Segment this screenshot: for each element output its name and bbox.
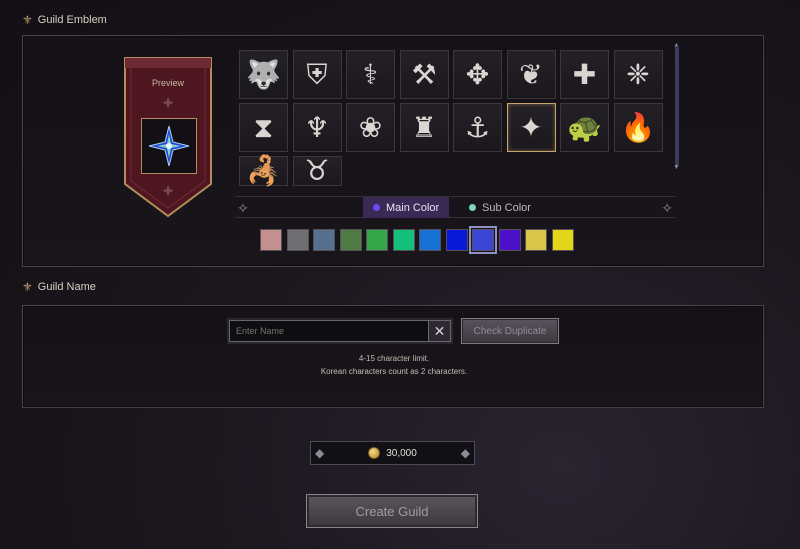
- scorpion-icon: 🦂: [246, 154, 281, 187]
- color-swatch[interactable]: [498, 229, 521, 251]
- caduceus-icon: ⚕: [362, 57, 379, 91]
- shield-icon: ⛨: [306, 57, 328, 91]
- color-swatch[interactable]: [445, 229, 468, 251]
- emblem-tile[interactable]: ❀: [346, 103, 395, 152]
- korean-char-hint: Korean characters count as 2 characters.: [320, 367, 468, 376]
- cross-icon: ✚: [572, 57, 597, 91]
- tab-sub-color-label: Sub Color: [482, 201, 531, 214]
- color-swatch[interactable]: [469, 226, 497, 254]
- emblem-tile[interactable]: ❦: [506, 50, 556, 99]
- color-swatch[interactable]: [313, 229, 335, 251]
- color-swatch[interactable]: [392, 229, 415, 251]
- guild-name-title: Guild Name: [37, 281, 96, 293]
- emblem-tile[interactable]: ♜: [399, 103, 449, 152]
- tab-main-color[interactable]: Main Color: [363, 197, 450, 218]
- create-guild-button[interactable]: Create Guild: [306, 494, 478, 528]
- check-duplicate-button[interactable]: Check Duplicate: [461, 318, 559, 344]
- emblem-tile[interactable]: ⛨: [292, 50, 342, 99]
- name-panel: ✕ Check Duplicate 4-15 character limit. …: [22, 305, 764, 408]
- color-swatch[interactable]: [286, 229, 309, 251]
- cost-amount: 30,000: [386, 447, 417, 459]
- color-swatch[interactable]: [551, 229, 574, 251]
- star-flower-icon: [148, 125, 190, 167]
- book-flame-icon: 🔥: [620, 110, 656, 144]
- emblem-preview-banner: Preview ✚ ✚: [123, 56, 213, 218]
- fleur-icon: ⚜: [22, 280, 33, 294]
- emblem-tile[interactable]: ✦: [506, 103, 556, 152]
- helmet-icon: ♜: [411, 110, 437, 144]
- guild-emblem-heading: ⚜ Guild Emblem: [22, 13, 107, 27]
- emblem-tile[interactable]: ♉: [292, 154, 342, 187]
- emblem-tile[interactable]: ⧗: [239, 103, 288, 152]
- hourglass-icon: ⧗: [253, 110, 274, 144]
- sub-color-dot-icon: [469, 204, 476, 211]
- maple-leaf-icon: ❦: [519, 57, 543, 91]
- hammer-sword-icon: ⚒: [411, 57, 437, 91]
- preview-label: Preview: [151, 78, 184, 88]
- emblem-tile[interactable]: 🐢: [560, 103, 609, 152]
- diamond-ornament-icon: ✧: [661, 200, 673, 216]
- guild-cost: ◆ 30,000 ◆: [310, 441, 475, 465]
- diamond-ornament-icon: ◆: [315, 446, 325, 460]
- banner-ornament-icon: ✚: [162, 96, 174, 110]
- color-swatch[interactable]: [339, 229, 362, 251]
- main-color-dot-icon: [373, 204, 380, 211]
- gold-coin-icon: [368, 447, 381, 459]
- wings-icon: ❈: [626, 57, 650, 91]
- emblem-tile[interactable]: ⚓: [453, 103, 502, 152]
- color-tab-bar: ✧ ✧: [235, 196, 675, 218]
- emblem-tile[interactable]: 🔥: [613, 103, 663, 152]
- tab-main-color-label: Main Color: [386, 201, 440, 214]
- emblem-panel: Preview ✚ ✚ 🐺⛨⚕⚒✥❦✚❈⧗♆❀♜⚓✦🐢🔥🦂♉ ▲ ▼ ✧ ✧ M…: [22, 35, 764, 267]
- star-flower-icon: ✦: [519, 110, 543, 144]
- color-swatch[interactable]: [525, 229, 547, 251]
- lyre-icon: ♆: [304, 110, 330, 144]
- diamond-ornament-icon: ✧: [237, 200, 249, 216]
- emblem-tile[interactable]: ❈: [613, 50, 663, 99]
- emblem-tile[interactable]: 🐺: [239, 50, 288, 99]
- blades-icon: ✥: [465, 57, 490, 91]
- emblem-tile[interactable]: ⚒: [399, 50, 449, 99]
- tab-sub-color[interactable]: Sub Color: [459, 197, 541, 218]
- emblem-tile[interactable]: ♆: [292, 103, 342, 152]
- emblem-tile[interactable]: ⚕: [346, 50, 395, 99]
- color-swatch[interactable]: [260, 229, 282, 251]
- fleur-icon: ⚜: [22, 13, 33, 27]
- guild-emblem-title: Guild Emblem: [37, 14, 107, 26]
- preview-emblem: [141, 118, 197, 174]
- turtle-icon: 🐢: [567, 110, 602, 144]
- scroll-down-icon[interactable]: ▼: [673, 164, 680, 171]
- clear-input-button[interactable]: ✕: [428, 320, 451, 342]
- bull-skull-icon: ♉: [304, 154, 330, 187]
- guild-name-input[interactable]: [229, 320, 451, 342]
- char-limit-hint: 4-15 character limit.: [358, 354, 430, 363]
- banner-ornament-icon: ✚: [162, 184, 174, 198]
- emblem-tile[interactable]: ✥: [453, 50, 502, 99]
- wolf-icon: 🐺: [246, 57, 281, 91]
- color-swatch[interactable]: [366, 229, 388, 251]
- emblem-tile[interactable]: ✚: [560, 50, 609, 99]
- diamond-ornament-icon: ◆: [460, 446, 470, 460]
- guild-name-heading: ⚜ Guild Name: [22, 280, 96, 294]
- color-swatch[interactable]: [419, 229, 441, 251]
- anchor-icon: ⚓: [464, 110, 491, 144]
- emblem-scrollbar[interactable]: [675, 46, 679, 166]
- close-icon: ✕: [433, 322, 446, 339]
- emblem-tile[interactable]: 🦂: [239, 156, 288, 186]
- rose-icon: ❀: [358, 110, 383, 144]
